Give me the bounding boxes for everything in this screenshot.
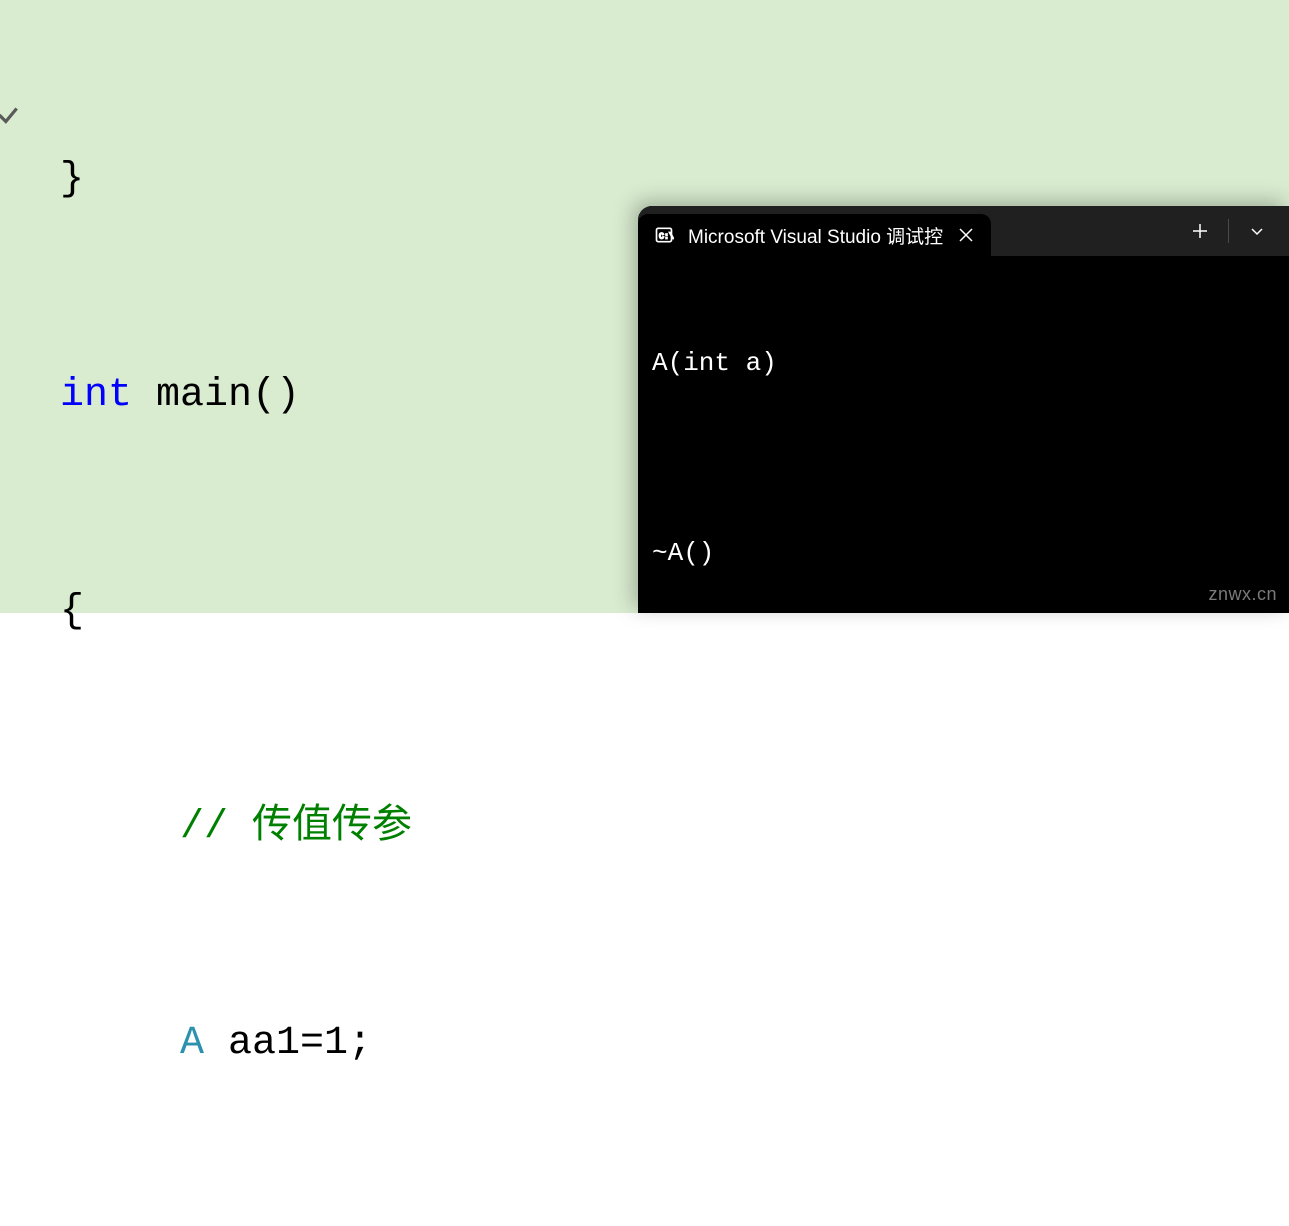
terminal-output[interactable]: A(int a) ~A() D:\code_C++\编译器优化\x64\Debu… (638, 256, 1289, 613)
code-comment: // 传值传参 (180, 805, 412, 850)
new-tab-button[interactable] (1172, 206, 1228, 256)
terminal-line: A(int a) (652, 344, 1275, 382)
code-keyword-int: int (60, 373, 132, 418)
terminal-line: ~A() (652, 534, 1275, 572)
code-content: } int main() { // 传值传参 A aa1=1; cout << … (0, 0, 1289, 1226)
svg-text:C:\: C:\ (659, 231, 674, 241)
terminal-tab[interactable]: C:\ Microsoft Visual Studio 调试控 (638, 214, 991, 256)
code-brace: } (60, 157, 84, 202)
code-func-main: main() (132, 373, 300, 418)
terminal-window: C:\ Microsoft Visual Studio 调试控 (638, 206, 1289, 613)
dropdown-button[interactable] (1229, 206, 1285, 256)
terminal-titlebar: C:\ Microsoft Visual Studio 调试控 (638, 206, 1289, 256)
watermark: znwx.cn (1208, 584, 1277, 605)
code-type-a: A (180, 1021, 204, 1066)
code-brace-open: { (60, 589, 84, 634)
close-tab-button[interactable] (957, 226, 975, 244)
code-var: aa1 (204, 1021, 300, 1066)
terminal-toolbar (1172, 206, 1289, 256)
code-assign: =1; (300, 1021, 372, 1066)
terminal-icon: C:\ (654, 225, 674, 245)
gutter-checkmark-icon (0, 102, 21, 128)
terminal-tab-title: Microsoft Visual Studio 调试控 (688, 222, 943, 249)
